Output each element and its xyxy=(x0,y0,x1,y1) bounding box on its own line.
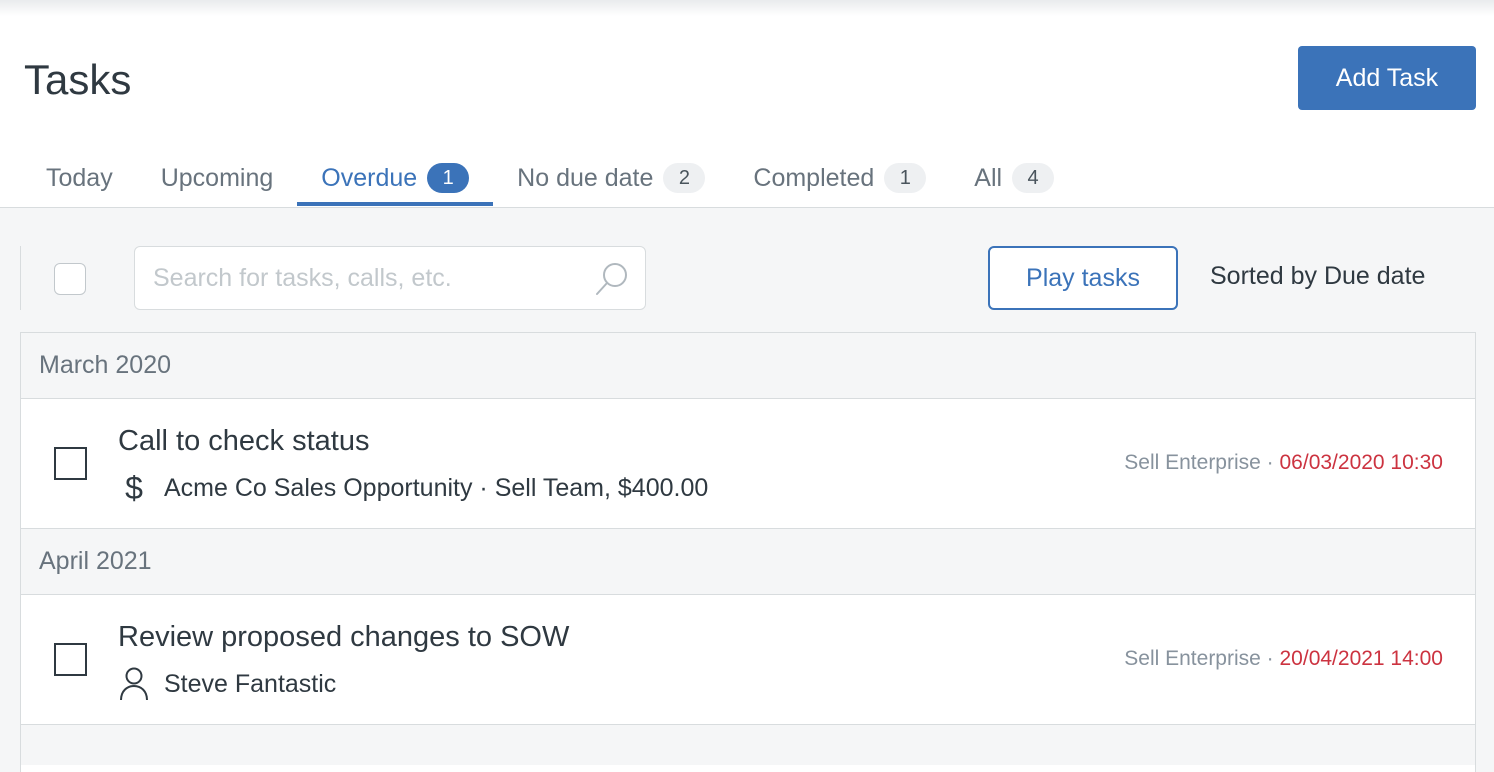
search-box xyxy=(134,246,646,310)
page-header: Tasks Add Task Today Upcoming Overdue 1 … xyxy=(0,0,1494,208)
task-checkbox[interactable] xyxy=(54,643,87,676)
tab-all[interactable]: All 4 xyxy=(950,150,1078,206)
task-source: Sell Enterprise · xyxy=(1124,647,1280,670)
top-shadow xyxy=(0,0,1494,16)
task-related: Steve Fantastic xyxy=(118,665,336,703)
sort-label[interactable]: Sorted by Due date xyxy=(1210,262,1425,291)
task-meta: Sell Enterprise · 06/03/2020 10:30 xyxy=(1124,451,1443,475)
tab-label: Upcoming xyxy=(160,163,274,192)
task-meta: Sell Enterprise · 20/04/2021 14:00 xyxy=(1124,647,1443,671)
task-related-text[interactable]: Acme Co Sales Opportunity · Sell Team, $… xyxy=(164,474,708,503)
tab-upcoming[interactable]: Upcoming xyxy=(137,150,298,206)
add-task-button[interactable]: Add Task xyxy=(1298,46,1476,110)
toolbar-divider xyxy=(20,246,21,310)
person-icon xyxy=(118,666,150,702)
task-tabs: Today Upcoming Overdue 1 No due date 2 C… xyxy=(22,150,1078,208)
list-footer xyxy=(21,725,1475,765)
group-header: March 2020 xyxy=(21,333,1475,399)
group-header: April 2021 xyxy=(21,529,1475,595)
task-title[interactable]: Call to check status xyxy=(118,425,369,458)
task-due-date: 20/04/2021 14:00 xyxy=(1279,647,1444,670)
tab-completed[interactable]: Completed 1 xyxy=(729,150,950,206)
tab-label: No due date xyxy=(517,163,654,192)
task-row[interactable]: Call to check status $ Acme Co Sales Opp… xyxy=(21,399,1475,529)
task-checkbox[interactable] xyxy=(54,447,87,480)
tab-today[interactable]: Today xyxy=(22,150,137,206)
select-all-checkbox[interactable] xyxy=(54,263,86,295)
page-title: Tasks xyxy=(24,56,132,103)
task-row[interactable]: Review proposed changes to SOW Steve Fan… xyxy=(21,595,1475,725)
tab-label: Today xyxy=(46,163,113,192)
search-input[interactable] xyxy=(153,247,593,309)
tab-label: All xyxy=(974,163,1003,192)
task-related: $ Acme Co Sales Opportunity · Sell Team,… xyxy=(118,469,708,507)
search-icon[interactable] xyxy=(594,261,630,297)
task-list: March 2020 Call to check status $ Acme C… xyxy=(20,332,1476,772)
task-due-date: 06/03/2020 10:30 xyxy=(1279,451,1444,474)
count-badge: 1 xyxy=(427,163,470,193)
tab-label: Overdue xyxy=(321,163,418,192)
task-title[interactable]: Review proposed changes to SOW xyxy=(118,621,569,654)
tab-label: Completed xyxy=(753,163,875,192)
tab-no-due-date[interactable]: No due date 2 xyxy=(493,150,729,206)
task-source: Sell Enterprise · xyxy=(1124,451,1280,474)
count-badge: 1 xyxy=(884,163,927,193)
tab-overdue[interactable]: Overdue 1 xyxy=(297,150,494,206)
dollar-icon: $ xyxy=(125,469,143,506)
count-badge: 2 xyxy=(663,163,706,193)
play-tasks-button[interactable]: Play tasks xyxy=(988,246,1178,310)
count-badge: 4 xyxy=(1012,163,1055,193)
task-related-text[interactable]: Steve Fantastic xyxy=(164,670,336,699)
